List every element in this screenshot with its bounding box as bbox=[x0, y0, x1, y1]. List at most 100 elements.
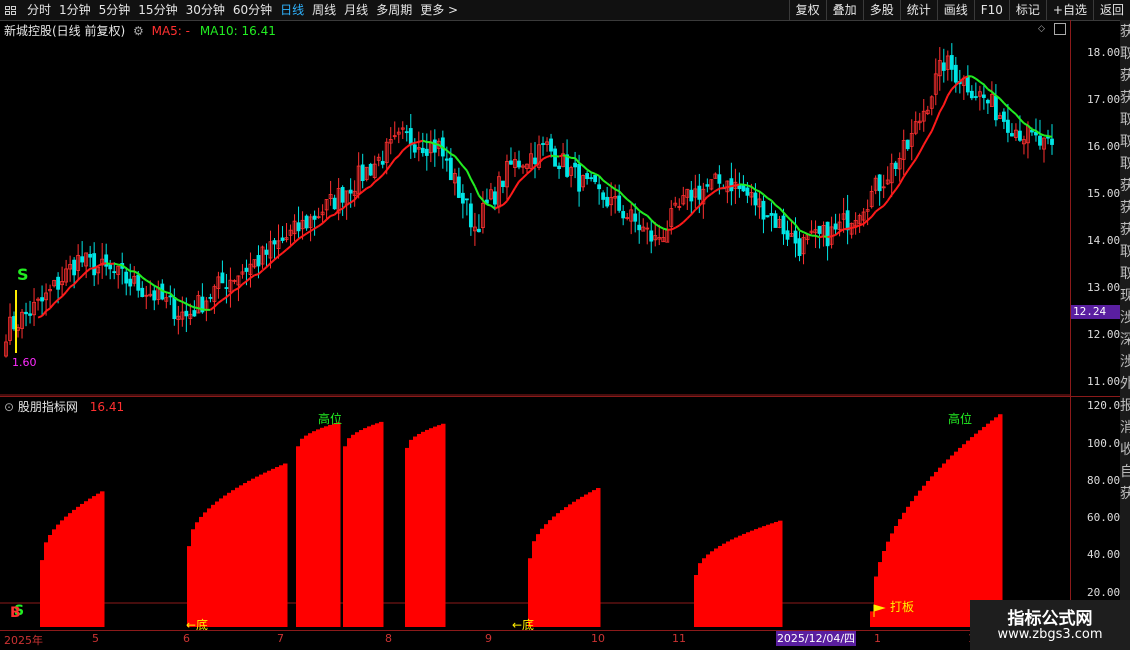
ma10-segment bbox=[910, 158, 917, 166]
ma10-segment bbox=[642, 212, 648, 217]
price-tick: 14.00 bbox=[1087, 233, 1121, 247]
candle-body bbox=[517, 160, 521, 168]
sell-signal-label: S bbox=[17, 265, 29, 284]
indicator-bar bbox=[958, 447, 963, 627]
ma10-segment bbox=[710, 190, 716, 195]
ma10-segment bbox=[750, 185, 757, 191]
period-tab-8[interactable]: 月线 bbox=[340, 0, 372, 20]
ma10-segment bbox=[851, 226, 856, 229]
indicator-bar bbox=[68, 513, 73, 627]
indicator-bar bbox=[734, 537, 739, 627]
indicator-bar bbox=[433, 426, 438, 627]
ma10-segment bbox=[502, 200, 508, 206]
ma10-segment bbox=[770, 199, 777, 206]
ma10-segment bbox=[894, 183, 901, 191]
ma10-segment bbox=[410, 141, 416, 145]
watermark-url: www.zbgs3.com bbox=[997, 627, 1103, 642]
period-tab-3[interactable]: 15分钟 bbox=[134, 0, 181, 20]
ma10-segment bbox=[879, 204, 885, 210]
ma10-segment bbox=[731, 184, 736, 188]
candle-body bbox=[717, 174, 722, 184]
ma10-segment bbox=[1039, 132, 1045, 137]
indicator-bar bbox=[235, 487, 240, 627]
ma10-segment bbox=[265, 262, 272, 268]
indicator-bar bbox=[40, 560, 45, 627]
candle-body bbox=[368, 163, 373, 176]
indicator-tick: 120.0 bbox=[1087, 399, 1121, 413]
side-strip-char: 收 bbox=[1120, 442, 1130, 458]
toolbar-button-6[interactable]: 标记 bbox=[1008, 0, 1046, 20]
period-tab-4[interactable]: 30分钟 bbox=[182, 0, 229, 20]
toolbar-button-1[interactable]: 叠加 bbox=[825, 0, 863, 20]
period-tab-1[interactable]: 1分钟 bbox=[55, 0, 95, 20]
period-tab-6[interactable]: 日线 bbox=[276, 0, 308, 20]
buy-signal-label: B bbox=[10, 605, 21, 621]
ma10-segment bbox=[325, 215, 332, 221]
layout-grid-icon[interactable] bbox=[5, 4, 19, 16]
indicator-bar bbox=[80, 503, 85, 627]
date-tick: 5 bbox=[92, 632, 99, 645]
candle-body bbox=[272, 240, 277, 245]
indicator-bar bbox=[187, 546, 192, 627]
ma10-segment bbox=[97, 262, 103, 267]
ma10-segment bbox=[582, 165, 588, 171]
ma10-segment bbox=[194, 306, 199, 310]
ma10-segment bbox=[803, 231, 808, 235]
candle-body bbox=[597, 184, 602, 190]
indicator-bar bbox=[742, 533, 747, 627]
indicator-bar bbox=[371, 424, 376, 627]
period-tab-0[interactable]: 分时 bbox=[23, 0, 55, 20]
candle-body bbox=[729, 178, 734, 192]
indicator-chart[interactable]: 高位 高位←底 ←底打板SB bbox=[0, 397, 1070, 630]
indicator-bar bbox=[409, 439, 414, 627]
ma10-segment bbox=[254, 273, 259, 277]
period-tab-9[interactable]: 多周期 bbox=[372, 0, 416, 20]
candle-body bbox=[617, 195, 622, 211]
period-tab-10[interactable]: 更多 > bbox=[416, 0, 462, 20]
indicator-bar bbox=[548, 520, 553, 627]
candle-body bbox=[577, 163, 581, 192]
candle-body bbox=[773, 213, 778, 228]
ma10-segment bbox=[959, 77, 965, 83]
toolbar-button-8[interactable]: 返回 bbox=[1092, 0, 1130, 20]
ma10-segment bbox=[118, 263, 123, 267]
candle-body bbox=[689, 189, 694, 202]
ma10-segment bbox=[859, 222, 864, 227]
toolbar-button-2[interactable]: 多股 bbox=[862, 0, 900, 20]
toolbar-button-5[interactable]: F10 bbox=[973, 0, 1009, 20]
ma10-segment bbox=[45, 307, 51, 312]
toolbar-button-4[interactable]: 画线 bbox=[936, 0, 974, 20]
ma10-segment bbox=[882, 200, 889, 207]
price-chart[interactable]: S 1.60 bbox=[0, 20, 1070, 396]
ma10-segment bbox=[794, 224, 801, 231]
ma10-segment bbox=[61, 291, 67, 298]
toolbar-button-7[interactable]: +自选 bbox=[1045, 0, 1093, 20]
indicator-bar bbox=[778, 520, 783, 627]
ma10-segment bbox=[514, 181, 520, 189]
indicator-bar bbox=[954, 451, 959, 627]
side-strip-char: 获 bbox=[1120, 90, 1130, 106]
toolbar-button-3[interactable]: 统计 bbox=[899, 0, 937, 20]
ma10-segment bbox=[185, 302, 191, 307]
period-tab-5[interactable]: 60分钟 bbox=[229, 0, 276, 20]
indicator-bar bbox=[308, 433, 313, 627]
indicator-bar bbox=[283, 463, 288, 627]
candle-body bbox=[432, 139, 437, 153]
info-side-strip[interactable]: 获取获获取取取获获获取取现涉深涉外报消收自获 bbox=[1120, 20, 1130, 630]
indicator-bar bbox=[219, 498, 224, 627]
period-tab-2[interactable]: 5分钟 bbox=[95, 0, 135, 20]
indicator-bar bbox=[441, 423, 446, 627]
ma10-segment bbox=[938, 104, 945, 113]
ma10-segment bbox=[341, 204, 348, 210]
indicator-bar bbox=[730, 539, 735, 627]
indicator-bar bbox=[207, 508, 212, 627]
ma10-segment bbox=[546, 154, 552, 158]
candle-body bbox=[56, 276, 60, 290]
toolbar-button-0[interactable]: 复权 bbox=[788, 0, 826, 20]
indicator-bar bbox=[413, 436, 418, 627]
period-tab-7[interactable]: 周线 bbox=[308, 0, 340, 20]
candle-body bbox=[464, 198, 469, 201]
ma10-segment bbox=[678, 221, 684, 227]
ma10-segment bbox=[249, 274, 256, 279]
ma10-segment bbox=[975, 77, 981, 83]
